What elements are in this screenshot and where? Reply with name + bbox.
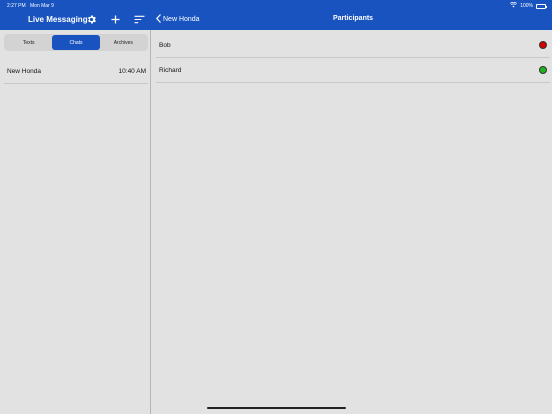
right-pane: Bob Richard <box>152 30 552 414</box>
live-messaging-title: Live Messaging <box>28 15 88 24</box>
back-button[interactable]: New Honda <box>155 14 200 25</box>
gear-icon[interactable] <box>85 13 97 25</box>
participant-name: Bob <box>159 41 171 49</box>
battery-icon <box>536 3 547 9</box>
top-bar: 2:27 PM Mon Mar 9 100% Live Messaging Ne… <box>0 0 552 30</box>
sort-icon[interactable] <box>133 13 145 25</box>
status-dot-icon <box>539 41 547 49</box>
list-item[interactable]: New Honda 10:40 AM <box>4 64 148 84</box>
segmented-control: Texts Chats Archives <box>4 34 148 51</box>
chat-time: 10:40 AM <box>118 68 146 75</box>
home-indicator <box>207 407 346 409</box>
participant-row[interactable]: Richard <box>156 58 550 83</box>
participant-name: Richard <box>159 66 182 74</box>
status-date: Mon Mar 9 <box>30 3 54 9</box>
segment-chats[interactable]: Chats <box>52 35 100 50</box>
segment-archives[interactable]: Archives <box>100 35 147 50</box>
segment-texts[interactable]: Texts <box>5 35 52 50</box>
status-dot-icon <box>539 66 547 74</box>
back-label: New Honda <box>163 16 200 23</box>
wifi-icon <box>510 1 518 10</box>
left-pane: Texts Chats Archives New Honda 10:40 AM <box>0 30 151 414</box>
battery-percent: 100% <box>520 3 533 9</box>
chevron-left-icon <box>155 14 161 25</box>
app-screen: 2:27 PM Mon Mar 9 100% Live Messaging Ne… <box>0 0 552 414</box>
participants-title: Participants <box>333 15 374 22</box>
participant-row[interactable]: Bob <box>156 33 550 58</box>
chat-name: New Honda <box>7 68 41 75</box>
plus-icon[interactable] <box>109 13 121 25</box>
status-indicators: 100% <box>510 1 547 10</box>
status-time: 2:27 PM <box>7 3 26 9</box>
